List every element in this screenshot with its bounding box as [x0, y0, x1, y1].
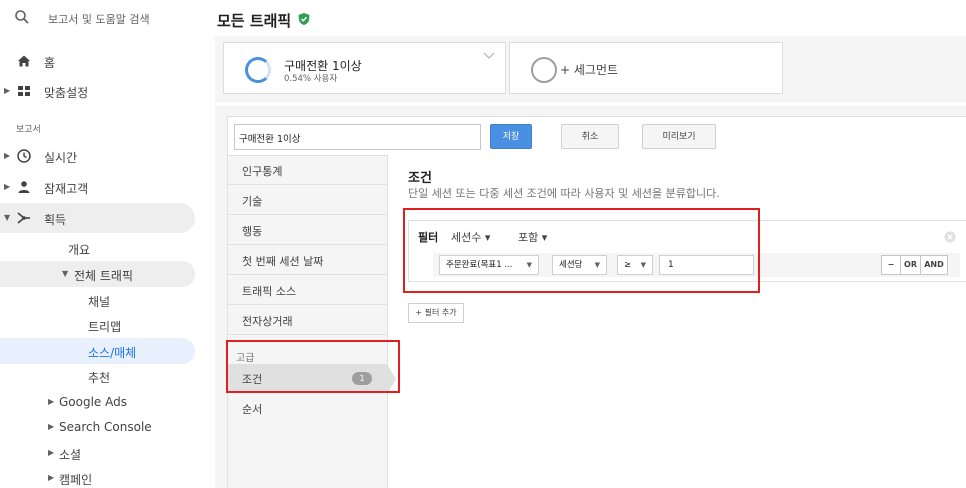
conditions-title: 조건: [408, 171, 432, 186]
and-button[interactable]: AND: [920, 255, 948, 275]
caret-right-icon: ▶: [4, 86, 11, 95]
caret-down-icon: ▼: [62, 269, 69, 278]
caret-right-icon: ▶: [48, 473, 55, 482]
menu-item-label: 행동: [242, 225, 263, 238]
sidebar-item-home[interactable]: 홈: [0, 46, 195, 76]
conditions-description: 단일 세션 또는 다중 세션 조건에 따라 사용자 및 세션을 분류합니다.: [408, 187, 720, 200]
sidebar-item-audience[interactable]: ▶ 잠재고객: [0, 172, 195, 202]
sidebar-item-all-traffic[interactable]: ▼ 전체 트래픽: [0, 261, 195, 287]
sidebar-item-label: 맞춤설정: [44, 86, 89, 100]
remove-condition-button[interactable]: −: [881, 255, 901, 275]
menu-item-traffic-sources[interactable]: 트래픽 소스: [228, 276, 387, 305]
menu-item-ecommerce[interactable]: 전자상거래: [228, 306, 387, 335]
sidebar-item-google-ads[interactable]: ▶ Google Ads: [0, 389, 195, 415]
preview-button[interactable]: 미리보기: [642, 124, 716, 149]
dashboard-icon: [18, 86, 30, 96]
highlight-box-conditions: [226, 340, 400, 393]
segment-editor: 구매전환 1이상 저장 취소 미리보기 인구통계 기술 행동 첫 번째 세션 날…: [215, 106, 966, 488]
report-search[interactable]: 보고서 및 도움말 검색: [0, 0, 202, 40]
or-button[interactable]: OR: [900, 255, 921, 275]
sidebar-item-acquisition[interactable]: ▼ 획득: [0, 203, 195, 233]
sidebar-item-label: 트리맵: [88, 320, 122, 334]
menu-item-label: 기술: [242, 195, 263, 208]
sidebar-item-label: 개요: [68, 243, 91, 257]
segment-name-input[interactable]: 구매전환 1이상: [234, 124, 481, 150]
menu-item-sequences[interactable]: 순서: [228, 394, 387, 423]
sidebar-item-label: 홈: [44, 56, 56, 70]
sidebar-item-label: 획득: [44, 213, 67, 227]
home-icon: [18, 55, 30, 67]
menu-item-first-session[interactable]: 첫 번째 세션 날짜: [228, 246, 387, 275]
clock-icon: [17, 149, 31, 163]
sidebar-item-label: Search Console: [59, 420, 152, 434]
verified-check-icon: [298, 13, 310, 25]
segment-category-menu: 인구통계 기술 행동 첫 번째 세션 날짜 트래픽 소스 전자상거래 고급 조건…: [228, 155, 396, 488]
segment-editor-body: 구매전환 1이상 저장 취소 미리보기 인구통계 기술 행동 첫 번째 세션 날…: [227, 116, 966, 488]
menu-item-label: 순서: [242, 403, 263, 416]
cancel-button[interactable]: 취소: [561, 124, 619, 149]
sidebar-item-referrals[interactable]: 추천: [0, 363, 195, 389]
sidebar-item-treemaps[interactable]: 트리맵: [0, 312, 195, 338]
page-title: 모든 트래픽: [217, 12, 292, 30]
menu-item-demographics[interactable]: 인구통계: [228, 156, 387, 185]
sidebar-item-label: Google Ads: [59, 395, 127, 409]
sidebar-item-social[interactable]: ▶ 소셜: [0, 440, 195, 466]
sidebar-item-label: 소스/매체: [88, 346, 137, 360]
sidebar-item-label: 잠재고객: [44, 182, 89, 196]
sidebar-item-label: 추천: [88, 371, 111, 385]
segment-user-share: 0.54% 사용자: [284, 74, 338, 84]
menu-item-label: 전자상거래: [242, 315, 293, 328]
sidebar-item-label: 채널: [88, 295, 111, 309]
sidebar-item-search-console[interactable]: ▶ Search Console: [0, 414, 195, 440]
person-icon: [18, 181, 30, 193]
caret-right-icon: ▶: [48, 422, 55, 431]
sidebar-item-channels[interactable]: 채널: [0, 287, 195, 313]
sidebar-item-realtime[interactable]: ▶ 실시간: [0, 141, 195, 171]
sidebar-item-overview[interactable]: 개요: [0, 235, 195, 261]
segment-ring-icon: [245, 57, 271, 83]
segment-bar: 구매전환 1이상 0.54% 사용자 + 세그먼트: [215, 36, 966, 102]
menu-item-label: 첫 번째 세션 날짜: [242, 255, 324, 268]
sidebar: 보고서 및 도움말 검색 홈 ▶ 맞춤설정 보고서 ▶ 실시간 ▶ 잠재고객 ▼…: [0, 0, 202, 488]
sidebar-item-campaigns[interactable]: ▶ 캠페인: [0, 465, 195, 488]
segment-ring-icon: [531, 57, 557, 83]
search-icon: [15, 10, 29, 24]
caret-down-icon: ▼: [4, 213, 11, 222]
menu-item-label: 트래픽 소스: [242, 285, 297, 298]
sidebar-item-label: 소셜: [59, 448, 82, 462]
sidebar-item-customization[interactable]: ▶ 맞춤설정: [0, 76, 195, 106]
caret-right-icon: ▶: [4, 151, 11, 160]
search-placeholder: 보고서 및 도움말 검색: [48, 13, 150, 26]
sidebar-item-label: 전체 트래픽: [74, 269, 134, 283]
caret-right-icon: ▶: [48, 448, 55, 457]
acquisition-icon: [17, 212, 30, 224]
menu-item-behavior[interactable]: 행동: [228, 216, 387, 245]
menu-item-technology[interactable]: 기술: [228, 186, 387, 215]
add-segment-label: + 세그먼트: [560, 63, 619, 77]
sidebar-item-source-medium[interactable]: 소스/매체: [0, 338, 195, 364]
highlight-box-filter: [403, 208, 760, 293]
save-button[interactable]: 저장: [490, 124, 532, 149]
chevron-down-icon[interactable]: [483, 51, 495, 61]
add-segment-card[interactable]: + 세그먼트: [509, 42, 783, 94]
segment-card[interactable]: 구매전환 1이상 0.54% 사용자: [223, 42, 506, 94]
sidebar-item-label: 캠페인: [59, 473, 93, 487]
menu-item-label: 인구통계: [242, 165, 283, 178]
add-filter-button[interactable]: + 필터 추가: [408, 303, 464, 323]
remove-filter-icon[interactable]: [944, 231, 956, 243]
caret-right-icon: ▶: [48, 397, 55, 406]
reports-section-label: 보고서: [16, 125, 41, 135]
caret-right-icon: ▶: [4, 182, 11, 191]
sidebar-item-label: 실시간: [44, 151, 78, 165]
